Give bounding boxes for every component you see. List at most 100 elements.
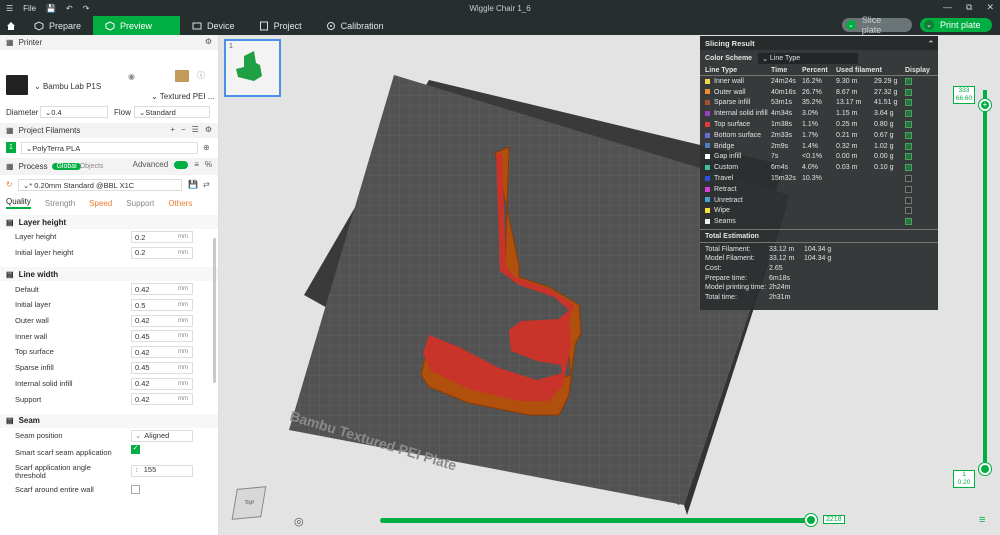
move-slider-track[interactable] [380, 518, 812, 523]
display-checkbox[interactable]: ✓ [905, 88, 935, 96]
display-checkbox[interactable]: ✓ [905, 121, 935, 129]
param-default-width: Default 0.42 mm [0, 281, 218, 297]
filament-select[interactable]: ⌄ PolyTerra PLA [21, 142, 198, 154]
collapse-icon[interactable]: ⌃ [928, 39, 934, 48]
display-checkbox[interactable]: ✓ [905, 153, 935, 161]
reset-icon[interactable]: ↻ [6, 180, 13, 189]
color-scheme-select[interactable]: ⌄ Line Type [758, 53, 859, 64]
redo-icon[interactable]: ↷ [83, 4, 90, 13]
sort-icon[interactable]: ≡ [194, 160, 199, 169]
display-checkbox[interactable]: ✓ [905, 99, 935, 107]
fit-view-icon[interactable]: ◎ [294, 515, 304, 528]
chevron-down-icon[interactable]: ⌄ [924, 20, 934, 30]
printer-dropdown[interactable]: ⌄ Bambu Lab P1S [34, 82, 101, 91]
edit-filament-icon[interactable]: ⊕ [203, 143, 210, 152]
undo-icon[interactable]: ↶ [66, 4, 73, 13]
filament-slot-badge[interactable]: 1 [6, 142, 16, 153]
layer-height-input[interactable]: 0.2 mm [131, 231, 193, 243]
total-estimation: Total Estimation Total Filament: 33.12 m 1… [700, 230, 938, 302]
display-checkbox[interactable] [905, 175, 935, 183]
tab-device[interactable]: Device [180, 16, 247, 35]
view-cube[interactable]: Top [231, 486, 267, 520]
print-plate-button[interactable]: ⌄ Print plate [920, 18, 992, 32]
diameter-select[interactable]: ⌄ 0.4 [40, 106, 108, 118]
default-width-input[interactable]: 0.42 mm [131, 283, 193, 296]
tab-strength[interactable]: Strength [45, 199, 75, 208]
list-icon[interactable]: ☰ [192, 125, 199, 134]
layer-slider-track[interactable] [983, 90, 987, 470]
objects-toggle[interactable]: Objects [80, 163, 104, 170]
global-toggle[interactable]: Global [52, 163, 81, 170]
tab-others[interactable]: Others [168, 199, 192, 208]
restore-icon[interactable]: ⧉ [966, 2, 972, 13]
move-slider-handle[interactable] [805, 514, 817, 526]
layers-icon[interactable]: ≡ [979, 514, 985, 526]
slice-plate-button[interactable]: ⌄ Slice plate [842, 15, 912, 35]
calibration-icon [326, 21, 335, 30]
chevron-down-icon[interactable]: ⌄ [846, 20, 856, 30]
tab-calibration[interactable]: Calibration [314, 16, 396, 35]
gear-icon[interactable]: ⚙ [205, 125, 212, 134]
param-internal-solid-infill-width: Internal solid infill 0.42 mm [0, 376, 218, 392]
home-button[interactable] [0, 16, 22, 35]
display-checkbox[interactable]: ✓ [905, 218, 935, 226]
layer-slider-bottom-handle[interactable] [979, 463, 991, 475]
info-icon[interactable]: ⓘ [197, 70, 205, 81]
tab-preview[interactable]: Preview [93, 16, 181, 35]
minimize-icon[interactable]: — [943, 2, 952, 13]
initial-layer-height-input[interactable]: 0.2 mm [131, 246, 193, 259]
scarf-entire-wall-checkbox[interactable] [131, 484, 140, 494]
internal-solid-infill-width-input[interactable]: 0.42 mm [131, 377, 193, 390]
display-checkbox[interactable]: ✓ [905, 110, 935, 118]
menu-icon[interactable]: ☰ [6, 4, 13, 13]
plate-thumbnail-1[interactable]: 1 [224, 39, 281, 97]
remove-icon[interactable]: − [181, 125, 186, 134]
tab-speed[interactable]: Speed [89, 199, 112, 208]
layer-slider-top-handle[interactable]: + [979, 99, 991, 111]
flow-select[interactable]: ⌄ Standard [134, 106, 210, 118]
wifi-icon[interactable]: ◉ [128, 72, 135, 81]
display-checkbox[interactable] [905, 196, 935, 204]
param-label: Seam position [15, 431, 63, 441]
tab-quality[interactable]: Quality [6, 197, 31, 209]
flow-value: Standard [145, 107, 176, 117]
display-checkbox[interactable]: ✓ [905, 142, 935, 150]
sidebar-scrollbar[interactable] [213, 238, 216, 383]
line-type-time: 1m38s [771, 121, 793, 129]
process-preset-select[interactable]: ⌄ * 0.20mm Standard @BBL X1C [18, 179, 182, 191]
line-type-percent: 3.0% [802, 110, 818, 118]
advanced-toggle[interactable] [174, 161, 189, 169]
estimation-row: Cost: 2.65 [700, 264, 938, 274]
inner-wall-width-input[interactable]: 0.45 mm [131, 330, 193, 343]
tab-support[interactable]: Support [126, 199, 154, 208]
sparse-infill-width-input[interactable]: 0.45 mm [131, 361, 193, 374]
close-icon[interactable]: ✕ [986, 2, 994, 13]
tab-prepare[interactable]: Prepare [22, 16, 93, 35]
file-menu[interactable]: File [23, 4, 36, 13]
compare-icon[interactable]: ⇄ [203, 180, 210, 189]
tab-project[interactable]: Project [247, 16, 314, 35]
line-type-time: 6m4s [771, 164, 789, 172]
display-checkbox[interactable] [905, 207, 935, 215]
seam-position-select[interactable]: ⌄ Aligned [131, 429, 193, 442]
flow-label: Flow [114, 107, 131, 117]
save-preset-icon[interactable]: 💾 [188, 180, 198, 189]
percent-icon[interactable]: % [205, 160, 212, 169]
smart-scarf-checkbox[interactable]: ✓ [131, 444, 140, 454]
display-checkbox[interactable]: ✓ [905, 77, 935, 85]
plate-dropdown[interactable]: ⌄ Textured PEI ... [151, 92, 214, 101]
line-type-swatch [705, 132, 710, 138]
top-surface-width-input[interactable]: 0.42 mm [131, 346, 193, 359]
scarf-angle-input[interactable]: ↕ 155 [131, 464, 193, 477]
gear-icon[interactable]: ⚙ [205, 37, 212, 46]
outer-wall-width-input[interactable]: 0.42 mm [131, 314, 193, 327]
add-icon[interactable]: + [170, 125, 175, 134]
save-icon[interactable]: 💾 [46, 4, 56, 13]
display-checkbox[interactable]: ✓ [905, 164, 935, 172]
line-type-swatch [705, 89, 710, 95]
initial-layer-width-input[interactable]: 0.5 mm [131, 299, 193, 312]
line-type-used: 0.25 m 0.80 g [836, 121, 905, 128]
support-width-input[interactable]: 0.42 mm [131, 393, 193, 406]
display-checkbox[interactable]: ✓ [905, 131, 935, 139]
display-checkbox[interactable] [905, 185, 935, 193]
